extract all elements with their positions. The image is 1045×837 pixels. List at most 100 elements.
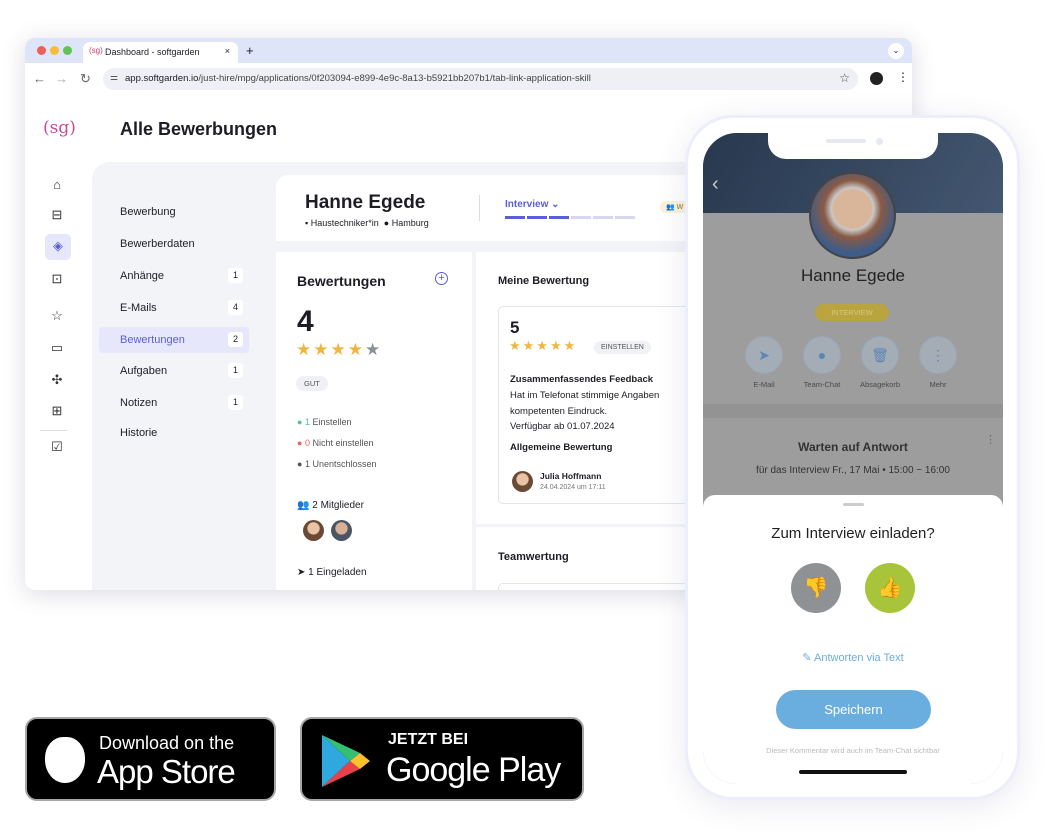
puzzle-icon[interactable]: ✣ [45, 368, 69, 392]
feedback-title: Zusammenfassendes Feedback [510, 374, 654, 385]
layers-icon[interactable]: ◈ [45, 234, 71, 260]
action-buttons: ➤ ● 🗑 ⋮ [745, 336, 957, 374]
author-avatar [512, 471, 533, 492]
trash-icon[interactable]: 🗑 [861, 336, 899, 374]
close-tab-icon[interactable]: × [225, 46, 230, 56]
phone-screen: ‹ Hanne Egede INTERVIEW ➤ ● 🗑 ⋮ E-Mail T… [703, 133, 1003, 784]
forward-icon[interactable]: → [55, 71, 68, 86]
minimize-window-button[interactable] [50, 46, 59, 55]
app-store-big-text: App Store [97, 753, 236, 790]
vote-undecided: ● 1 Unentschlossen [297, 454, 377, 475]
nav-item-anhaenge[interactable]: Anhänge 1 [99, 263, 249, 289]
nav-label: Bewerberdaten [120, 238, 195, 250]
my-rating-section: Meine Bewertung 5 ★★★★★ EINSTELLEN Zusam… [476, 252, 718, 524]
star-rating: ★★★★★ [296, 340, 382, 360]
x-circle-icon: ● [297, 438, 303, 448]
rating-date: 24.04.2024 um 17:11 [540, 484, 606, 491]
location-pin-icon: ● [383, 218, 390, 228]
profile-avatar[interactable] [870, 72, 883, 85]
phone-mockup: ‹ Hanne Egede INTERVIEW ➤ ● 🗑 ⋮ E-Mail T… [685, 115, 1020, 800]
sheet-handle[interactable] [843, 503, 864, 506]
avatar[interactable] [331, 520, 352, 541]
back-chevron-icon[interactable]: ‹ [712, 173, 719, 196]
back-icon[interactable]: ← [33, 71, 46, 86]
reply-label: Antworten via Text [813, 652, 904, 664]
nav-label: Notizen [120, 397, 158, 409]
star-icon[interactable]: ☆ [45, 304, 69, 328]
menu-kebab-icon[interactable]: ⋮ [897, 70, 909, 84]
maximize-window-button[interactable] [63, 46, 72, 55]
status-badge: INTERVIEW [815, 304, 889, 321]
nav-item-aufgaben[interactable]: Aufgaben 1 [99, 358, 249, 384]
thumbs-down-button[interactable]: 👎 [791, 563, 841, 613]
avatar[interactable] [303, 520, 324, 541]
paper-plane-icon: ➤ [297, 567, 306, 578]
reply-via-text-link[interactable]: ✎ Antworten via Text [703, 651, 1003, 664]
reload-icon[interactable]: ↻ [80, 71, 91, 87]
more-kebab-icon[interactable]: ⋮ [919, 336, 957, 374]
checkbox-icon[interactable]: ☑ [45, 435, 69, 459]
progress-segment [549, 216, 569, 219]
nav-item-emails[interactable]: E-Mails 4 [99, 295, 249, 321]
progress-segment [505, 216, 525, 219]
thumbs-up-button[interactable]: 👍 [865, 563, 915, 613]
check-circle-icon: ● [297, 417, 303, 427]
home-icon[interactable]: ⌂ [45, 173, 69, 197]
feedback-text: kompetenten Eindruck. [510, 406, 608, 417]
team-chat-icon[interactable]: ● [803, 336, 841, 374]
count-badge: 4 [228, 300, 243, 315]
rating-label-badge: GUT [296, 376, 328, 391]
google-play-badge[interactable]: JETZT BEI Google Play [300, 717, 584, 801]
action-label: Team-Chat [803, 380, 841, 389]
divider [479, 195, 480, 221]
stage-label: Interview [505, 199, 549, 210]
vote-label: Unentschlossen [312, 459, 377, 469]
count-badge: 2 [228, 332, 243, 347]
close-window-button[interactable] [37, 46, 46, 55]
nav-label: Bewertungen [120, 334, 185, 346]
stage-dropdown[interactable]: Interview ⌄ [505, 199, 560, 210]
progress-segment [527, 216, 547, 219]
author-name: Julia Hoffmann [540, 471, 602, 481]
presentation-icon[interactable]: ⊡ [45, 267, 69, 291]
waiting-subtitle: für das Interview Fr., 17 Mai • 15:00 ~ … [756, 465, 950, 476]
nav-label: Historie [120, 427, 158, 439]
decision-badge: EINSTELLEN [594, 341, 651, 354]
email-paper-plane-icon[interactable]: ➤ [745, 336, 783, 374]
action-label: Absagekorb [859, 380, 901, 389]
nav-item-bewerbung[interactable]: Bewerbung [99, 199, 249, 225]
url-path: /just-hire/mpg/applications/0f203094-e89… [198, 73, 591, 84]
nav-item-notizen[interactable]: Notizen 1 [99, 390, 249, 416]
card-kebab-icon[interactable]: ⋮ [985, 433, 996, 446]
waiting-title: Warten auf Antwort [798, 440, 908, 454]
count-badge: 1 [228, 363, 243, 378]
address-bar[interactable]: ⚌ app.softgarden.io/just-hire/mpg/applic… [103, 68, 858, 90]
store-icon[interactable]: ⊞ [45, 399, 69, 423]
candidate-photo [809, 172, 896, 259]
invited-heading: ➤ 1 Eingeladen [297, 567, 367, 578]
add-rating-icon[interactable]: + [435, 272, 448, 285]
pencil-icon: ✎ [802, 652, 812, 664]
softgarden-logo: (sg) [43, 118, 76, 138]
feedback-text: Hat im Telefonat stimmige Angaben [510, 390, 660, 401]
google-play-logo-icon [322, 735, 370, 787]
star-rating: ★★★★★ [509, 338, 578, 353]
save-button[interactable]: Speichern [776, 690, 931, 729]
site-settings-icon[interactable]: ⚌ [110, 72, 118, 83]
tab-list-chevron-icon[interactable]: ⌄ [888, 43, 904, 59]
browser-tab[interactable]: (sg) Dashboard - softgarden × [83, 42, 238, 63]
new-tab-button[interactable]: + [246, 43, 254, 58]
tag-text: W [676, 204, 684, 211]
quote-chat-icon[interactable]: ▭ [45, 336, 69, 360]
ratings-score: 4 [297, 305, 314, 338]
bookmark-star-icon[interactable]: ☆ [839, 71, 850, 85]
nav-item-historie[interactable]: Historie [99, 420, 249, 446]
nav-item-bewerberdaten[interactable]: Bewerberdaten [99, 231, 249, 257]
feedback-text: Verfügbar ab 01.07.2024 [510, 421, 615, 432]
chevron-down-icon: ⌄ [551, 199, 560, 210]
app-store-badge[interactable]: Download on the App Store [25, 717, 276, 801]
briefcase-icon[interactable]: ⊟ [45, 203, 69, 227]
progress-segment [615, 216, 635, 219]
google-play-big-text: Google Play [386, 751, 561, 789]
nav-item-bewertungen[interactable]: Bewertungen 2 [99, 327, 249, 353]
